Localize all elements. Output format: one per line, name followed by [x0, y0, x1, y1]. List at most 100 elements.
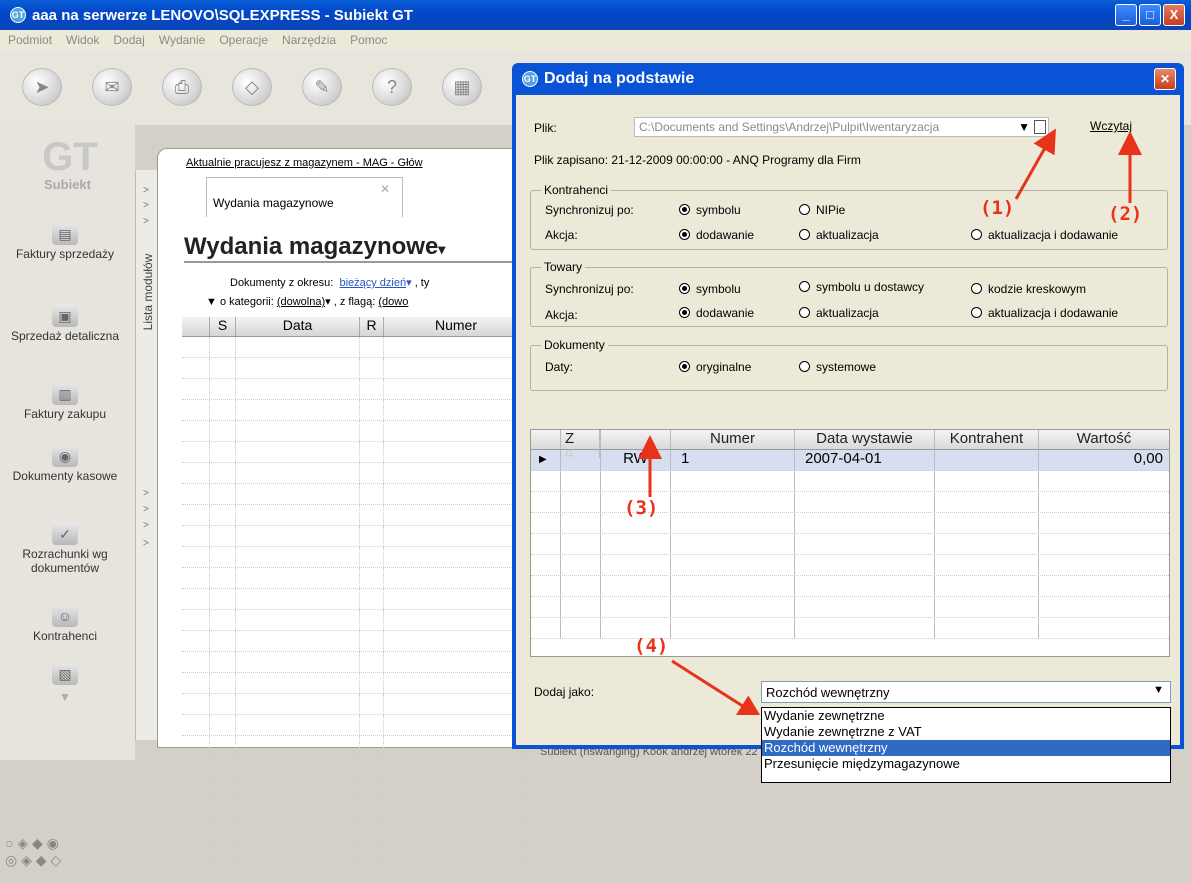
module-more[interactable]: ▧	[0, 663, 130, 687]
module-faktury-sprzedazy[interactable]: ▤ Faktury sprzedaży	[0, 223, 130, 261]
scroll-down-icon[interactable]: ▼	[0, 690, 130, 704]
grid-row[interactable]	[182, 526, 528, 547]
flag-link[interactable]: (dowo	[378, 296, 408, 308]
col-type[interactable]	[601, 430, 671, 449]
grid-row[interactable]	[182, 337, 528, 358]
module-kontrahenci[interactable]: ☺ Kontrahenci	[0, 605, 130, 643]
table-row[interactable]	[531, 576, 1169, 597]
add-as-combobox[interactable]: Rozchód wewnętrzny ▼	[761, 681, 1171, 703]
menu-dodaj[interactable]: Dodaj	[113, 33, 144, 47]
menu-narzedzia[interactable]: Narzędzia	[282, 33, 336, 47]
radio-t-aktualizacja[interactable]: aktualizacja	[799, 306, 879, 320]
edit-icon[interactable]: ✎	[302, 68, 342, 106]
option-przesuniecie[interactable]: Przesunięcie międzymagazynowe	[762, 756, 1170, 772]
grid-row[interactable]	[182, 778, 528, 799]
tab-wydania-magazynowe[interactable]: Wydania magazynowe ✕	[206, 177, 403, 217]
grid-row[interactable]	[182, 421, 528, 442]
menu-pomoc[interactable]: Pomoc	[350, 33, 387, 47]
col-kontrahent[interactable]: Kontrahent	[935, 430, 1039, 449]
maximize-button[interactable]: □	[1139, 4, 1161, 26]
module-list-strip[interactable]: > > > Lista modułów > > > >	[135, 170, 157, 740]
chevron-down-icon[interactable]: ▼	[1153, 684, 1164, 696]
file-path-field[interactable]: C:\Documents and Settings\Andrzej\Pulpit…	[634, 117, 1049, 137]
chevron-down-icon[interactable]: ▾	[438, 241, 445, 257]
col-z[interactable]: Z △	[561, 430, 601, 458]
col-data-wystawienia[interactable]: Data wystawie	[795, 430, 935, 449]
module-sprzedaz-detaliczna[interactable]: ▣ Sprzedaż detaliczna	[0, 305, 130, 343]
grid-row[interactable]	[182, 862, 528, 883]
new-icon[interactable]: ➤	[22, 68, 62, 106]
chevron-right-icon[interactable]: >	[143, 216, 149, 227]
grid-col-data[interactable]: Data	[236, 317, 360, 336]
close-tab-icon[interactable]: ✕	[380, 182, 390, 196]
grid-row[interactable]	[182, 484, 528, 505]
shortcut-icons-row2[interactable]: ◎ ◈ ◆ ◇	[5, 852, 135, 869]
grid-col-s[interactable]: S	[210, 317, 236, 336]
grid-row[interactable]	[182, 694, 528, 715]
menu-podmiot[interactable]: Podmiot	[8, 33, 52, 47]
minimize-button[interactable]: _	[1115, 4, 1137, 26]
warehouse-context[interactable]: Aktualnie pracujesz z magazynem - MAG - …	[186, 157, 423, 169]
table-row[interactable]: ▶ RW 1 2007-04-01 0,00	[531, 450, 1169, 471]
chevron-right-icon[interactable]: >	[143, 200, 149, 211]
grid-row[interactable]	[182, 442, 528, 463]
category-link[interactable]: (dowolna)	[277, 296, 325, 308]
grid-row[interactable]	[182, 589, 528, 610]
grid-col-r[interactable]: R	[360, 317, 384, 336]
table-row[interactable]	[531, 555, 1169, 576]
grid-row[interactable]	[182, 652, 528, 673]
chevron-right-icon[interactable]: >	[143, 520, 149, 531]
document-icon[interactable]: ◇	[232, 68, 272, 106]
calculator-icon[interactable]: ▦	[442, 68, 482, 106]
dropdown-arrow-icon[interactable]: ▼	[1018, 120, 1030, 134]
option-rozchod-wewnetrzny[interactable]: Rozchód wewnętrzny	[762, 740, 1170, 756]
module-rozrachunki[interactable]: ✓ Rozrachunki wg dokumentów	[0, 523, 130, 575]
chevron-right-icon[interactable]: >	[143, 538, 149, 549]
radio-k-nipie[interactable]: NIPie	[799, 203, 845, 217]
help-icon[interactable]: ?	[372, 68, 412, 106]
option-wydanie-zewnetrzne-vat[interactable]: Wydanie zewnętrzne z VAT	[762, 724, 1170, 740]
radio-daty-systemowe[interactable]: systemowe	[799, 360, 876, 374]
radio-daty-oryginalne[interactable]: oryginalne	[679, 360, 751, 374]
grid-row[interactable]	[182, 358, 528, 379]
grid-row[interactable]	[182, 631, 528, 652]
collapse-icon[interactable]: ▼	[206, 296, 217, 308]
menu-wydanie[interactable]: Wydanie	[159, 33, 206, 47]
close-button[interactable]: X	[1163, 4, 1185, 26]
radio-k-aktualizacja[interactable]: aktualizacja	[799, 228, 879, 242]
grid-row[interactable]	[182, 736, 528, 757]
grid-row[interactable]	[182, 568, 528, 589]
radio-t-akt-dod[interactable]: aktualizacja i dodawanie	[971, 306, 1118, 320]
shortcut-icons-row1[interactable]: ○ ◈ ◆ ◉	[5, 835, 135, 852]
radio-k-akt-dod[interactable]: aktualizacja i dodawanie	[971, 228, 1118, 242]
dialog-close-button[interactable]: ✕	[1154, 68, 1176, 90]
grid-col-numer[interactable]: Numer	[384, 317, 528, 336]
print-icon[interactable]: ⎙	[162, 68, 202, 106]
chevron-right-icon[interactable]: >	[143, 504, 149, 515]
menu-operacje[interactable]: Operacje	[219, 33, 268, 47]
open-icon[interactable]: ✉	[92, 68, 132, 106]
table-row[interactable]	[531, 471, 1169, 492]
menu-widok[interactable]: Widok	[66, 33, 99, 47]
radio-t-symbolu-dostawcy[interactable]: symbolu u dostawcy	[799, 280, 924, 294]
grid-row[interactable]	[182, 841, 528, 862]
grid-row[interactable]	[182, 463, 528, 484]
module-faktury-zakupu[interactable]: ▥ Faktury zakupu	[0, 383, 130, 421]
documents-table[interactable]: Z △ Numer Data wystawie Kontrahent Warto…	[530, 429, 1170, 657]
grid-row[interactable]	[182, 757, 528, 778]
documents-grid[interactable]: S Data R Numer	[182, 317, 528, 883]
load-link[interactable]: Wczytaj	[1090, 119, 1132, 133]
radio-t-symbolu[interactable]: symbolu	[679, 282, 741, 296]
radio-k-symbolu[interactable]: symbolu	[679, 203, 741, 217]
grid-row[interactable]	[182, 799, 528, 820]
chevron-right-icon[interactable]: >	[143, 185, 149, 196]
grid-row[interactable]	[182, 610, 528, 631]
radio-t-kodzie[interactable]: kodzie kreskowym	[971, 282, 1086, 296]
add-as-dropdown-list[interactable]: Wydanie zewnętrzne Wydanie zewnętrzne z …	[761, 707, 1171, 783]
grid-row[interactable]	[182, 820, 528, 841]
radio-k-dodawanie[interactable]: dodawanie	[679, 228, 754, 242]
period-link[interactable]: bieżący dzień	[339, 277, 406, 289]
option-wydanie-zewnetrzne[interactable]: Wydanie zewnętrzne	[762, 708, 1170, 724]
grid-row[interactable]	[182, 505, 528, 526]
table-row[interactable]	[531, 618, 1169, 639]
